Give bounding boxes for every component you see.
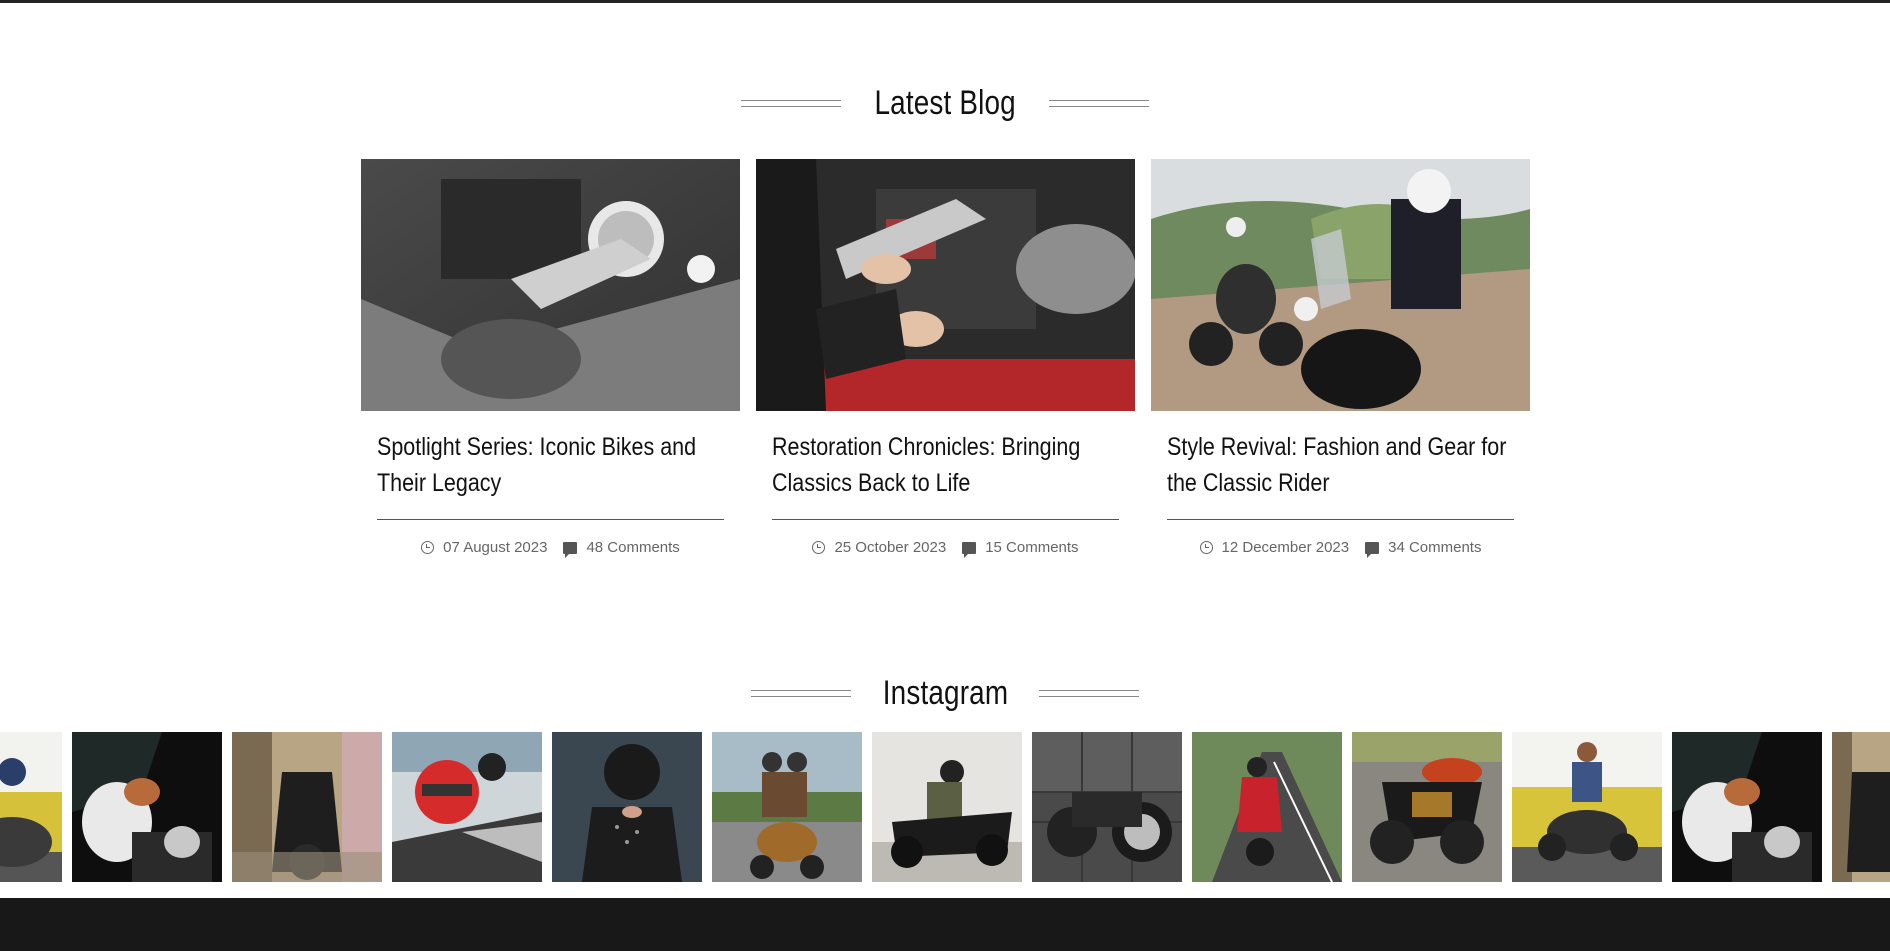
blog-card[interactable]: Restoration Chronicles: Bringing Classic…: [756, 159, 1135, 558]
blog-post-title[interactable]: Style Revival: Fashion and Gear for the …: [1167, 429, 1515, 501]
section-title: Latest Blog: [874, 84, 1016, 122]
title-decoration-left: [740, 99, 841, 107]
instagram-photo[interactable]: [1672, 732, 1822, 882]
divider: [772, 519, 1119, 520]
post-comments[interactable]: 15 Comments: [962, 539, 1079, 558]
blog-post-title[interactable]: Restoration Chronicles: Bringing Classic…: [772, 429, 1120, 501]
instagram-photo[interactable]: [1352, 732, 1502, 882]
title-decoration-right: [1049, 99, 1150, 107]
instagram-photo[interactable]: [1032, 732, 1182, 882]
post-meta: 12 December 2023 34 Comments: [1167, 539, 1514, 558]
clock-icon: [1199, 541, 1213, 554]
footer: [0, 898, 1890, 951]
date-text: 07 August 2023: [443, 539, 548, 556]
comment-icon: [563, 541, 578, 558]
latest-blog-heading: Latest Blog: [0, 86, 1890, 120]
instagram-photo[interactable]: [72, 732, 222, 882]
comment-icon: [1365, 541, 1380, 558]
instagram-feed: [0, 732, 1890, 882]
instagram-photo[interactable]: [712, 732, 862, 882]
date-text: 25 October 2023: [834, 539, 947, 556]
instagram-heading: Instagram: [0, 676, 1890, 710]
divider: [1167, 519, 1514, 520]
top-rule: [0, 0, 1890, 3]
post-comments[interactable]: 48 Comments: [563, 539, 680, 558]
blog-image[interactable]: [1151, 159, 1530, 411]
post-date: 07 August 2023: [421, 539, 547, 556]
instagram-photo[interactable]: [1512, 732, 1662, 882]
instagram-photo[interactable]: [552, 732, 702, 882]
date-text: 12 December 2023: [1221, 539, 1350, 556]
title-decoration-left: [750, 689, 851, 697]
comments-text: 48 Comments: [586, 539, 680, 556]
post-meta: 07 August 2023 48 Comments: [377, 539, 724, 558]
instagram-photo[interactable]: [232, 732, 382, 882]
instagram-photo[interactable]: [1192, 732, 1342, 882]
divider: [377, 519, 724, 520]
clock-icon: [421, 541, 435, 554]
blog-card[interactable]: Spotlight Series: Iconic Bikes and Their…: [361, 159, 740, 558]
post-date: 12 December 2023: [1199, 539, 1350, 556]
comments-text: 15 Comments: [985, 539, 1079, 556]
blog-image[interactable]: [361, 159, 740, 411]
post-date: 25 October 2023: [812, 539, 946, 556]
post-meta: 25 October 2023 15 Comments: [772, 539, 1119, 558]
instagram-photo[interactable]: [872, 732, 1022, 882]
instagram-photo[interactable]: [1832, 732, 1890, 882]
post-comments[interactable]: 34 Comments: [1365, 539, 1482, 558]
blog-card[interactable]: Style Revival: Fashion and Gear for the …: [1151, 159, 1530, 558]
clock-icon: [812, 541, 826, 554]
blog-post-title[interactable]: Spotlight Series: Iconic Bikes and Their…: [377, 429, 725, 501]
instagram-photo[interactable]: [0, 732, 62, 882]
blog-grid: Spotlight Series: Iconic Bikes and Their…: [361, 159, 1530, 558]
instagram-photo[interactable]: [392, 732, 542, 882]
blog-image[interactable]: [756, 159, 1135, 411]
section-title: Instagram: [882, 674, 1008, 712]
title-decoration-right: [1039, 689, 1140, 697]
comment-icon: [962, 541, 977, 558]
comments-text: 34 Comments: [1388, 539, 1482, 556]
